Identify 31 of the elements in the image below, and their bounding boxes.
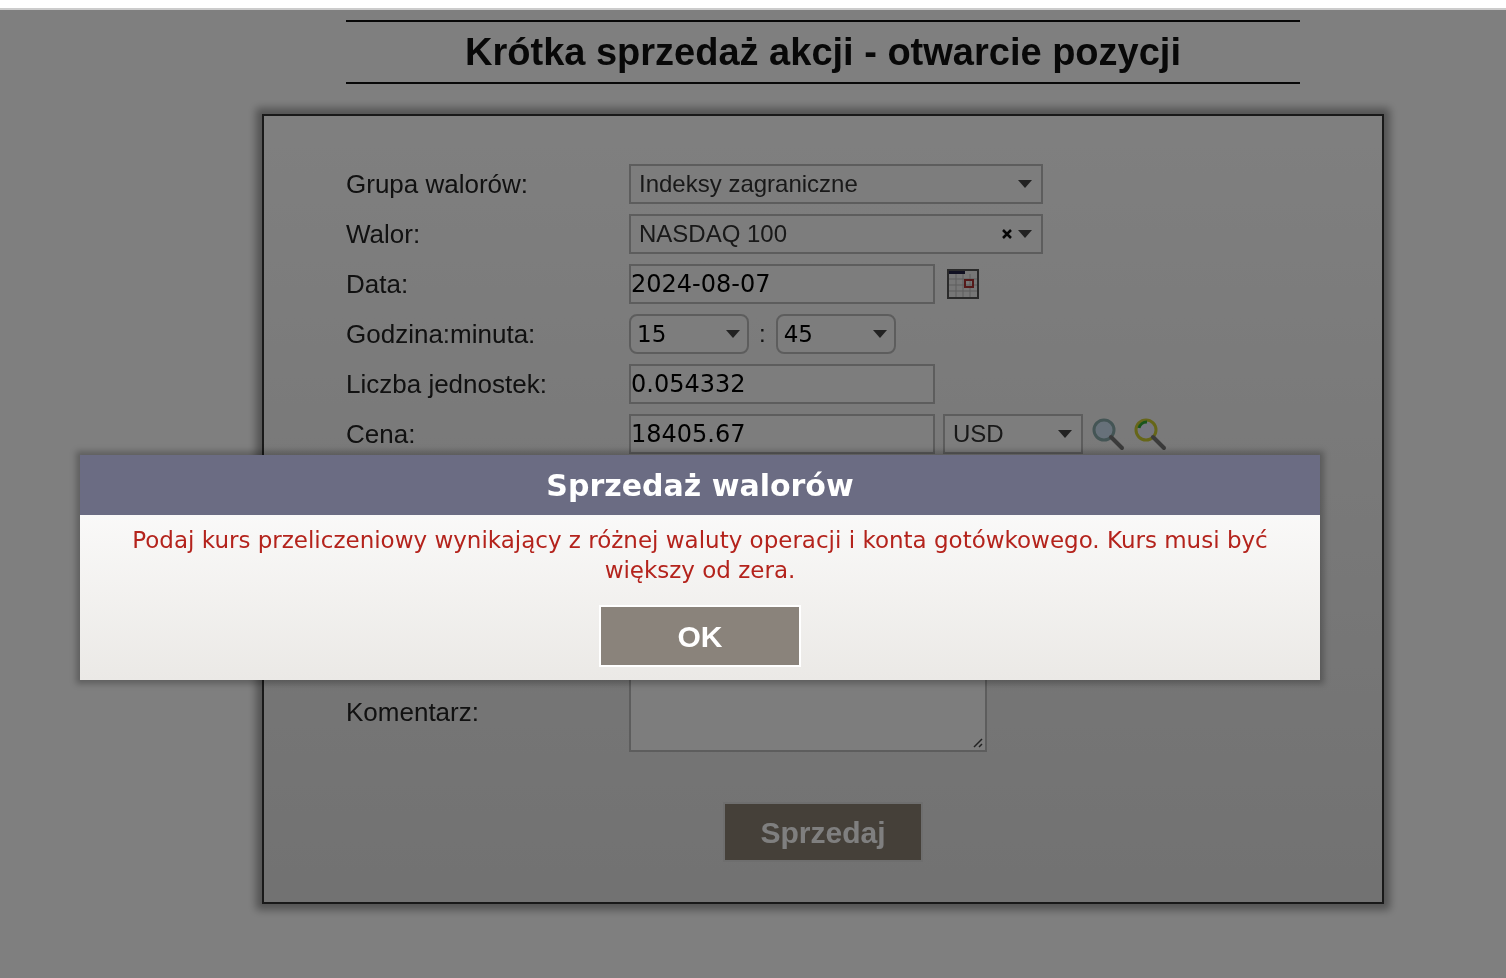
field-label: Godzina:minuta: — [346, 317, 537, 351]
minute-dropdown[interactable]: 45 — [775, 314, 896, 354]
date-field[interactable]: 2024-08-07 — [629, 264, 935, 304]
currency-dropdown[interactable]: USD — [943, 414, 1083, 454]
field-label: Walor: — [346, 217, 422, 251]
dropdown[interactable]: Indeksy zagraniczne — [629, 164, 1043, 204]
price-field[interactable]: 18405.67 — [629, 414, 935, 454]
ok-button[interactable]: OK — [599, 605, 801, 667]
search-icon[interactable] — [1091, 417, 1125, 451]
field-label: Cena: — [346, 417, 417, 451]
sell-button[interactable]: Sprzedaj — [723, 802, 923, 862]
resize-handle-icon[interactable] — [971, 736, 983, 748]
caret-icon — [1057, 429, 1073, 439]
field-label: Grupa walorów: — [346, 167, 530, 201]
dialog-message: Podaj kurs przeliczeniowy wynikający z różnej waluty operacji i konta gotówkowego. Kurs musi być większy od zera. — [131, 526, 1269, 585]
dialog-title: Sprzedaż walorów — [546, 466, 854, 505]
caret-icon — [871, 329, 888, 339]
field-label: Komentarz: — [346, 695, 480, 729]
quantity-field[interactable]: 0.054332 — [629, 364, 935, 404]
hour-dropdown[interactable]: 15 — [629, 314, 749, 354]
page-title: Krótka sprzedaż akcji - otwarcie pozycji — [465, 29, 1181, 75]
field-label: Liczba jednostek: — [346, 367, 548, 401]
dropdown[interactable]: NASDAQ 100 — [629, 214, 1043, 254]
field-label: Data: — [346, 267, 410, 301]
time-separator: : — [759, 319, 766, 349]
clear-icon[interactable] — [1001, 228, 1013, 240]
calendar-icon[interactable] — [947, 269, 979, 299]
caret-icon — [1017, 229, 1033, 239]
magnifier-icon[interactable] — [1133, 417, 1167, 451]
caret-icon — [1017, 179, 1033, 189]
caret-icon — [725, 329, 741, 339]
